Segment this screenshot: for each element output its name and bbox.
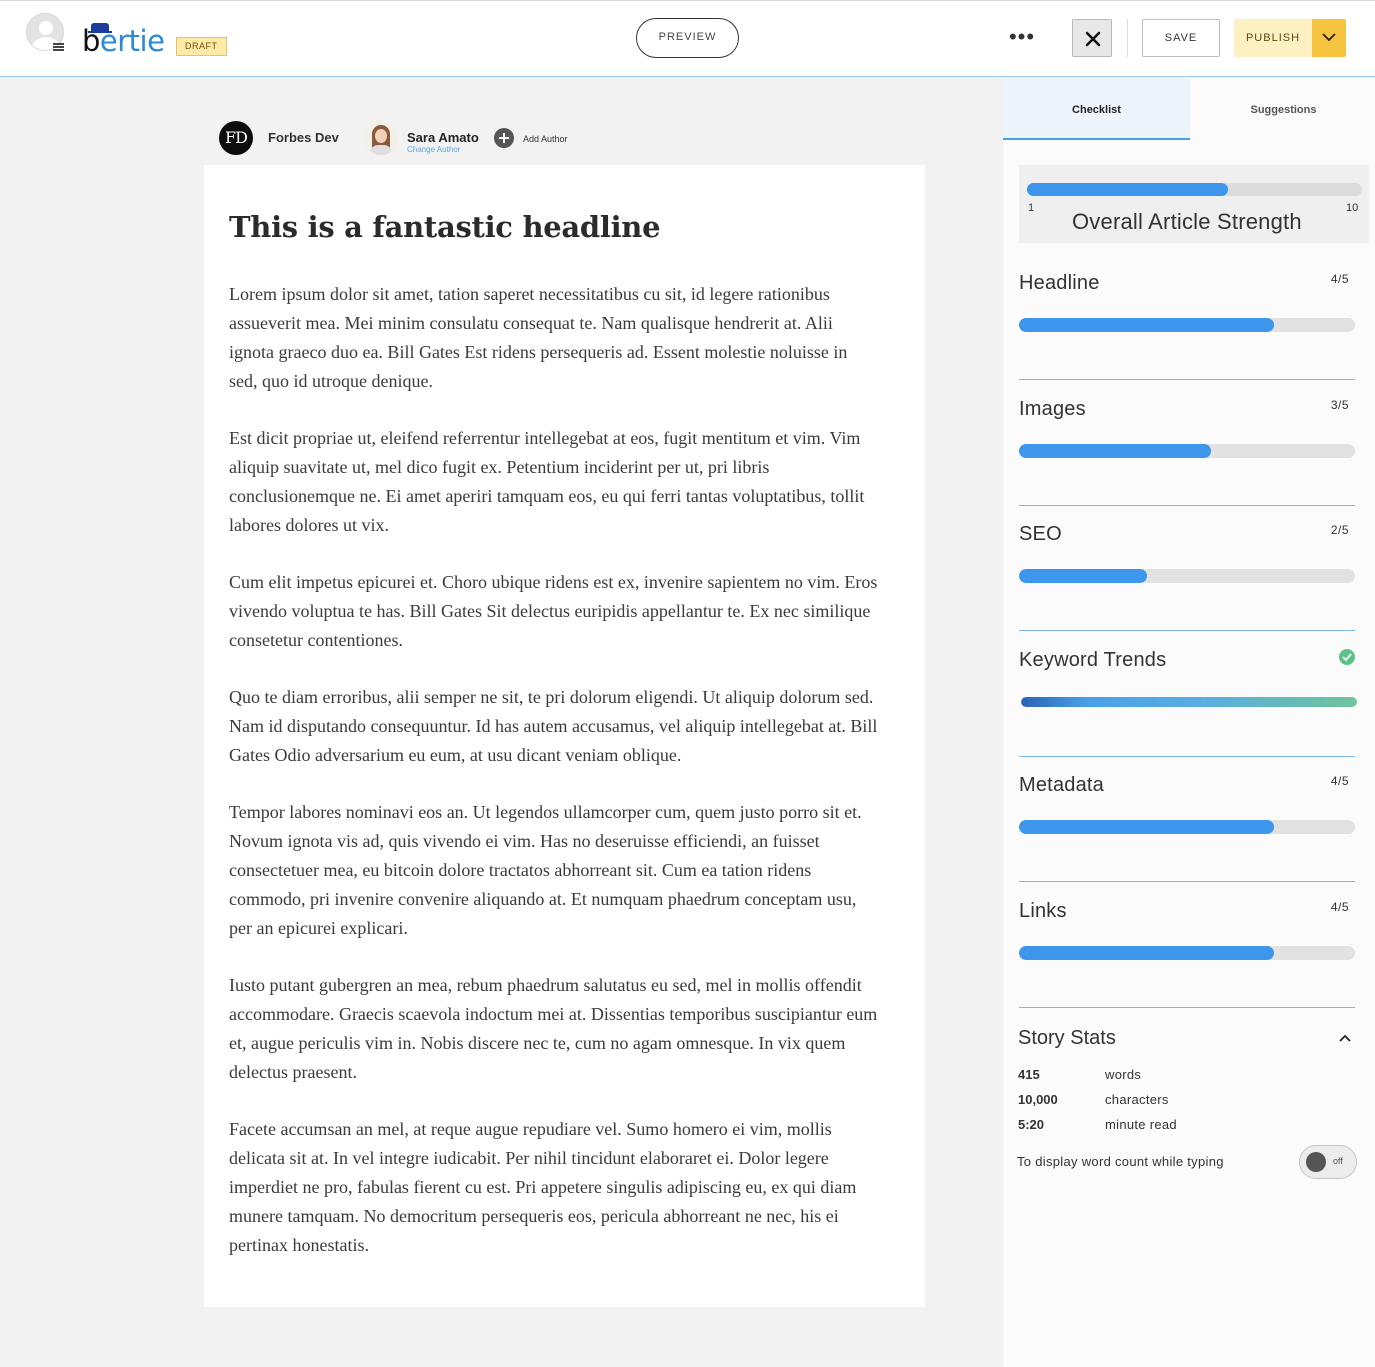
word-count-toggle[interactable]: off (1299, 1145, 1357, 1179)
metric-bar (1019, 946, 1355, 960)
author-name-secondary: Sara Amato (407, 130, 479, 145)
metric-name: Headline (1019, 272, 1100, 294)
metric-fill (1019, 569, 1147, 583)
add-author-link[interactable]: Add Author (523, 134, 568, 144)
bertie-logo: bertie (82, 23, 165, 58)
metric-fill (1019, 318, 1275, 332)
article-paragraph[interactable]: Facete accumsan an mel, at reque augue r… (229, 1115, 879, 1260)
overall-strength-title: Overall Article Strength (1072, 209, 1302, 234)
metric-score: 2/5 (1330, 523, 1349, 537)
article-paragraph[interactable]: Cum elit impetus epicurei et. Choro ubiq… (229, 568, 879, 655)
add-author-icon[interactable] (494, 128, 514, 148)
author-name-primary: Forbes Dev (268, 130, 339, 145)
article-headline[interactable]: This is a fantastic headline (229, 210, 889, 244)
close-icon (1085, 31, 1101, 47)
metric-name: Images (1019, 398, 1086, 420)
stat-value: 5:20 (1018, 1117, 1045, 1132)
metric-bar (1019, 820, 1355, 834)
chevron-down-icon (1322, 33, 1336, 42)
metric-fill (1019, 946, 1275, 960)
metric-bar (1019, 444, 1355, 458)
draft-status-badge: DRAFT (176, 37, 227, 56)
metric-headline[interactable]: Headline 4/5 (1019, 254, 1355, 380)
overall-strength-bar (1027, 183, 1362, 196)
article-paragraph[interactable]: Lorem ipsum dolor sit amet, tation saper… (229, 280, 879, 396)
stat-value: 415 (1018, 1067, 1040, 1082)
stat-read-time: 5:20 minute read (1018, 1117, 1338, 1137)
toggle-knob (1306, 1152, 1326, 1172)
checklist-panel: Checklist Suggestions 1 10 Overall Artic… (1003, 78, 1375, 1367)
change-author-link[interactable]: Change Author (407, 145, 460, 154)
metric-name: Metadata (1019, 774, 1104, 796)
chevron-up-icon[interactable] (1336, 1031, 1354, 1045)
overall-strength-card: 1 10 Overall Article Strength (1019, 165, 1369, 243)
metric-images[interactable]: Images 3/5 (1019, 380, 1355, 506)
metric-score: 4/5 (1330, 774, 1349, 788)
publish-button[interactable]: PUBLISH (1234, 19, 1312, 57)
metric-name: SEO (1019, 523, 1062, 545)
metric-score: 3/5 (1330, 398, 1349, 412)
metric-keyword-trends[interactable]: Keyword Trends (1019, 631, 1357, 757)
toggle-state-text: off (1333, 1156, 1343, 1166)
stat-label: characters (1105, 1092, 1169, 1107)
stat-characters: 10,000 characters (1018, 1092, 1338, 1112)
close-button[interactable] (1072, 19, 1112, 57)
article-editor[interactable]: This is a fantastic headline Lorem ipsum… (204, 165, 925, 1307)
save-button[interactable]: SAVE (1142, 19, 1220, 57)
preview-button[interactable]: PREVIEW (636, 18, 739, 58)
overall-strength-fill (1027, 183, 1228, 196)
article-paragraph[interactable]: Quo te diam erroribus, alii semper ne si… (229, 683, 879, 770)
metric-metadata[interactable]: Metadata 4/5 (1019, 756, 1355, 882)
hamburger-menu-icon[interactable] (53, 43, 64, 51)
stat-label: words (1105, 1067, 1142, 1082)
word-count-toggle-label: To display word count while typing (1017, 1154, 1224, 1169)
article-paragraph[interactable]: Tempor labores nominavi eos an. Ut legen… (229, 798, 879, 943)
metric-bar (1019, 569, 1355, 583)
strength-min-label: 1 (1028, 202, 1035, 214)
article-paragraph[interactable]: Iusto putant gubergren an mea, rebum pha… (229, 971, 879, 1087)
more-options-icon[interactable]: ••• (1008, 26, 1036, 48)
metric-seo[interactable]: SEO 2/5 (1019, 505, 1355, 631)
metric-score: 4/5 (1330, 900, 1349, 914)
author-avatar-forbes-dev[interactable]: FD (219, 121, 253, 155)
check-circle-icon (1339, 649, 1355, 665)
top-bar: bertie DRAFT PREVIEW ••• SAVE PUBLISH (0, 0, 1375, 77)
story-stats-title: Story Stats (1018, 1027, 1116, 1049)
metric-score: 4/5 (1330, 272, 1349, 286)
stat-label: minute read (1105, 1117, 1177, 1132)
metric-fill (1021, 697, 1357, 707)
stat-words: 415 words (1018, 1067, 1338, 1087)
article-body[interactable]: Lorem ipsum dolor sit amet, tation saper… (229, 280, 879, 1272)
metric-links[interactable]: Links 4/5 (1019, 882, 1355, 1008)
metric-name: Keyword Trends (1019, 649, 1167, 671)
author-avatar-sara-amato[interactable] (364, 121, 398, 155)
stat-value: 10,000 (1018, 1092, 1058, 1107)
article-paragraph[interactable]: Est dicit propriae ut, eleifend referren… (229, 424, 879, 540)
metric-fill (1019, 444, 1211, 458)
metric-fill (1019, 820, 1275, 834)
tab-checklist[interactable]: Checklist (1003, 78, 1190, 140)
metric-name: Links (1019, 900, 1067, 922)
metric-bar (1021, 697, 1357, 707)
tab-suggestions[interactable]: Suggestions (1190, 78, 1375, 140)
publish-dropdown-button[interactable] (1312, 19, 1346, 57)
metric-bar (1019, 318, 1355, 332)
toolbar-divider (1127, 19, 1128, 57)
strength-max-label: 10 (1346, 202, 1359, 214)
